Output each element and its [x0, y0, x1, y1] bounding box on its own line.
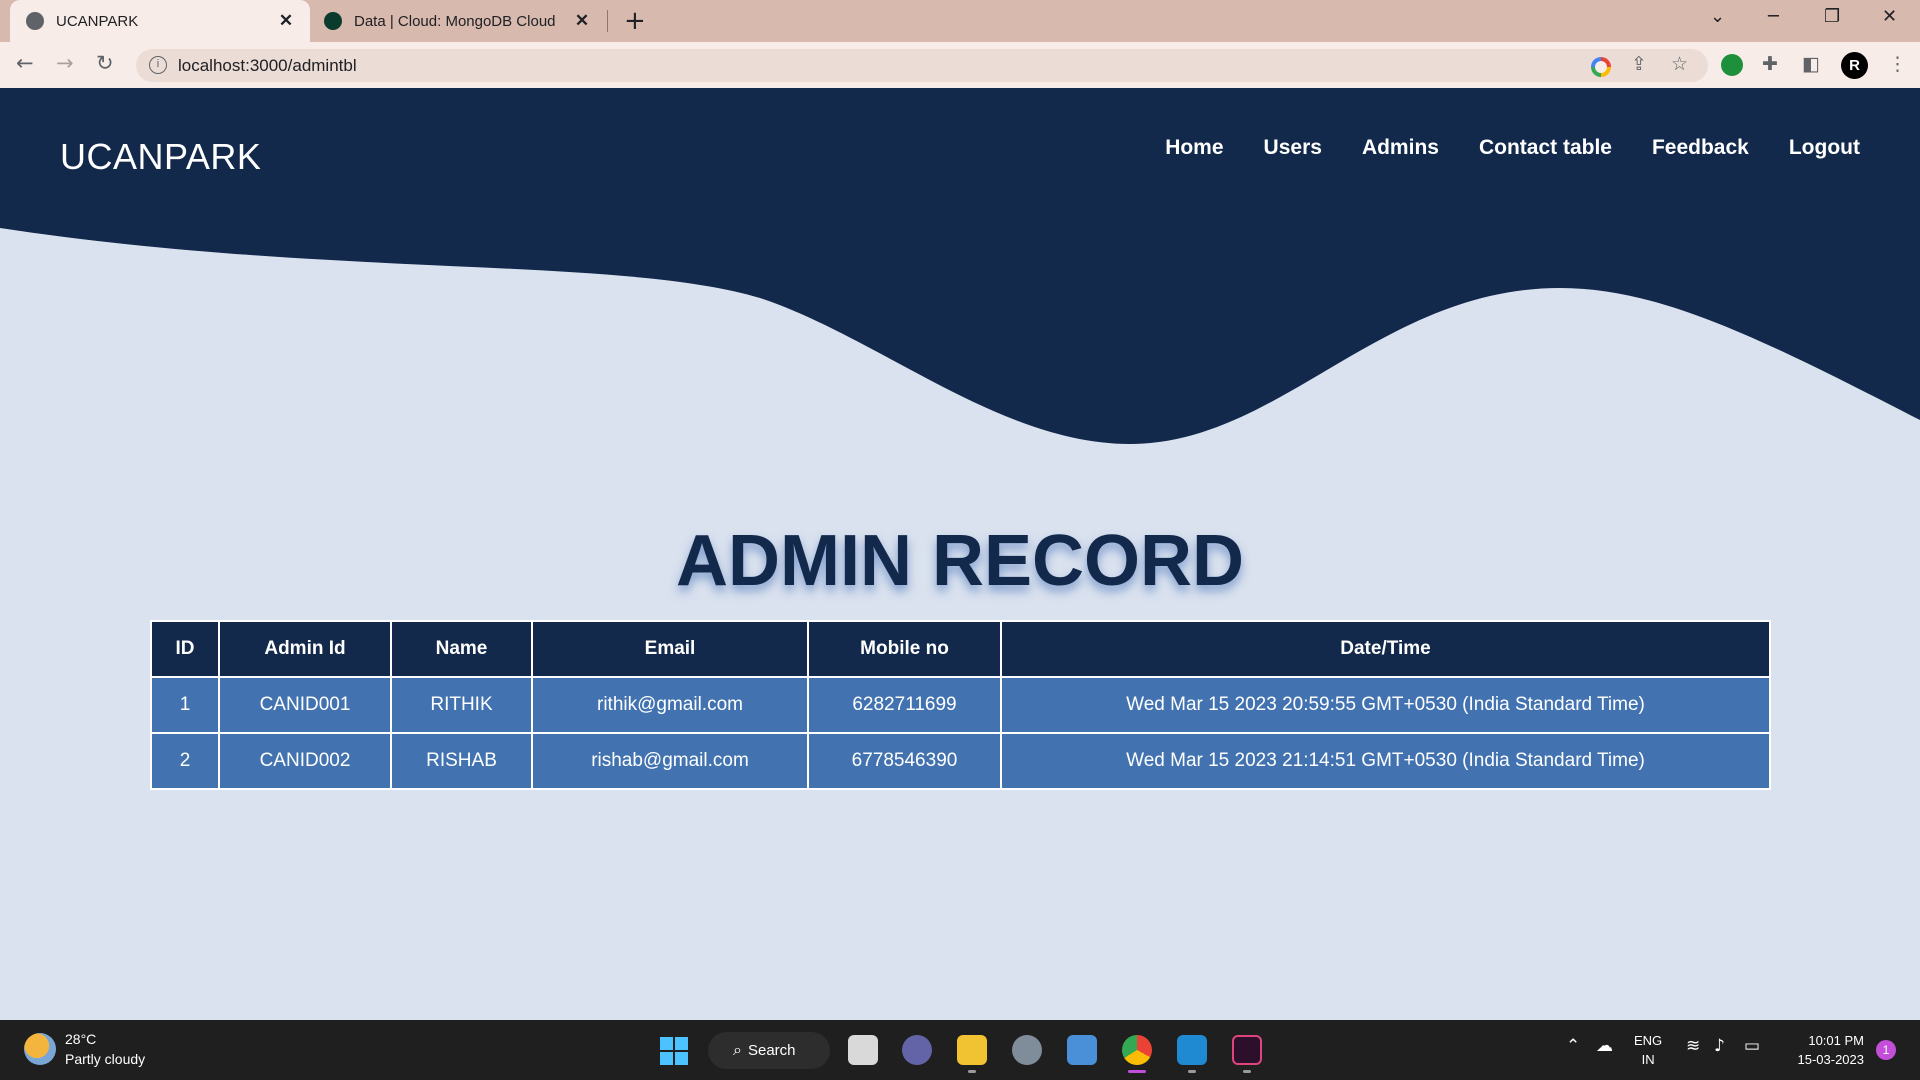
task-view-icon[interactable] [848, 1035, 878, 1065]
cell-id: 2 [150, 732, 220, 790]
windows-taskbar: 28°C Partly cloudy ⌕ Search ⌃ ☁ ENG IN ≋… [0, 1020, 1920, 1080]
settings-gear-icon[interactable] [1012, 1035, 1042, 1065]
new-tab-button[interactable]: + [624, 6, 646, 36]
tab-mongodb[interactable]: Data | Cloud: MongoDB Cloud ✕ [318, 0, 606, 42]
onedrive-cloud-icon[interactable]: ☁ [1596, 1036, 1613, 1056]
menu-kebab-icon[interactable]: ⋮ [1888, 53, 1907, 75]
nav-home[interactable]: Home [1165, 136, 1223, 160]
cell-admin-id: CANID001 [218, 676, 392, 734]
nav-logout[interactable]: Logout [1789, 136, 1860, 160]
cell-admin-id: CANID002 [218, 732, 392, 790]
nav-admins[interactable]: Admins [1362, 136, 1439, 160]
share-icon[interactable]: ⇪ [1631, 53, 1647, 75]
close-icon[interactable]: ✕ [572, 11, 592, 31]
cell-datetime: Wed Mar 15 2023 21:14:51 GMT+0530 (India… [1000, 732, 1771, 790]
close-icon[interactable]: ✕ [276, 11, 296, 31]
cell-mobile: 6282711699 [807, 676, 1002, 734]
terminal-icon[interactable] [1232, 1035, 1262, 1065]
tab-separator [607, 10, 608, 32]
mongodb-leaf-icon [324, 12, 342, 30]
globe-icon [26, 12, 44, 30]
battery-icon[interactable]: ▭ [1744, 1036, 1760, 1056]
app-running-indicator [1188, 1070, 1196, 1073]
extensions-puzzle-icon[interactable]: ✚ [1762, 53, 1778, 75]
profile-avatar[interactable]: R [1841, 52, 1868, 79]
column-header-datetime: Date/Time [1000, 620, 1771, 678]
nav-feedback[interactable]: Feedback [1652, 136, 1749, 160]
site-logo[interactable]: UCANPARK [60, 136, 261, 178]
minimize-button[interactable]: ─ [1768, 6, 1779, 27]
clock-time: 10:01 PM [1808, 1033, 1864, 1048]
reload-button[interactable]: ↻ [96, 51, 114, 75]
teams-chat-icon[interactable] [902, 1035, 932, 1065]
app-running-indicator [1243, 1070, 1251, 1073]
chevron-up-icon[interactable]: ⌃ [1566, 1036, 1580, 1056]
restore-button[interactable]: ❐ [1824, 6, 1840, 27]
windows-start-icon[interactable] [660, 1037, 688, 1065]
weather-temperature[interactable]: 28°C [65, 1031, 96, 1047]
store-app-icon[interactable] [1067, 1035, 1097, 1065]
web-page: UCANPARK Home Users Admins Contact table… [0, 88, 1920, 1020]
chrome-icon[interactable] [1122, 1035, 1152, 1065]
address-bar[interactable]: i localhost:3000/admintbl [136, 49, 1708, 82]
browser-toolbar: ← → ↻ i localhost:3000/admintbl ⇪ ☆ ✚ ◧ … [0, 42, 1920, 88]
admin-table-container: ID Admin Id Name Email Mobile no Date/Ti… [150, 620, 1771, 790]
table-header-row: ID Admin Id Name Email Mobile no Date/Ti… [150, 620, 1771, 678]
tab-title: Data | Cloud: MongoDB Cloud [354, 12, 556, 30]
side-panel-icon[interactable]: ◧ [1802, 53, 1820, 75]
notification-badge[interactable]: 1 [1876, 1040, 1896, 1060]
column-header-mobile: Mobile no [807, 620, 1002, 678]
table-row: 1 CANID001 RITHIK rithik@gmail.com 62827… [150, 676, 1771, 734]
extension-icon[interactable] [1721, 54, 1743, 76]
cell-name: RITHIK [390, 676, 533, 734]
weather-partly-cloudy-icon[interactable] [24, 1033, 56, 1065]
forward-button[interactable]: → [56, 51, 74, 75]
nav-users[interactable]: Users [1264, 136, 1322, 160]
tab-ucanpark[interactable]: UCANPARK ✕ [10, 0, 310, 42]
column-header-email: Email [531, 620, 809, 678]
main-nav: Home Users Admins Contact table Feedback… [1165, 136, 1860, 160]
cell-mobile: 6778546390 [807, 732, 1002, 790]
admin-table: ID Admin Id Name Email Mobile no Date/Ti… [150, 620, 1771, 790]
nav-contact-table[interactable]: Contact table [1479, 136, 1612, 160]
site-info-icon[interactable]: i [149, 56, 167, 74]
back-button[interactable]: ← [16, 51, 34, 75]
taskbar-search[interactable]: ⌕ Search [708, 1032, 830, 1069]
language-code: ENG [1634, 1033, 1663, 1048]
cell-id: 1 [150, 676, 220, 734]
cell-email: rishab@gmail.com [531, 732, 809, 790]
table-row: 2 CANID002 RISHAB rishab@gmail.com 67785… [150, 732, 1771, 790]
language-region: IN [1641, 1052, 1655, 1067]
wifi-icon[interactable]: ≋ [1686, 1036, 1700, 1056]
page-title: ADMIN RECORD [676, 521, 1244, 601]
app-active-indicator [1128, 1070, 1146, 1073]
weather-description[interactable]: Partly cloudy [65, 1051, 145, 1067]
file-explorer-icon[interactable] [957, 1035, 987, 1065]
bookmark-star-icon[interactable]: ☆ [1671, 53, 1688, 75]
tab-search-icon[interactable]: ⌄ [1710, 6, 1725, 27]
google-lens-icon[interactable] [1591, 57, 1611, 77]
clock-date: 15-03-2023 [1797, 1052, 1865, 1067]
taskbar-search-label: Search [747, 1042, 796, 1059]
language-indicator[interactable]: ENG IN [1634, 1031, 1662, 1069]
column-header-name: Name [390, 620, 533, 678]
volume-icon[interactable]: ♪ [1714, 1036, 1725, 1056]
column-header-id: ID [150, 620, 220, 678]
search-icon: ⌕ [733, 1041, 742, 1059]
cell-email: rithik@gmail.com [531, 676, 809, 734]
tab-title: UCANPARK [56, 12, 139, 30]
app-running-indicator [968, 1070, 976, 1073]
cell-name: RISHAB [390, 732, 533, 790]
vscode-icon[interactable] [1177, 1035, 1207, 1065]
close-window-button[interactable]: ✕ [1882, 6, 1897, 27]
column-header-admin-id: Admin Id [218, 620, 392, 678]
system-clock[interactable]: 10:01 PM 15-03-2023 [1780, 1031, 1865, 1069]
url-text: localhost:3000/admintbl [178, 55, 357, 75]
browser-tab-strip: UCANPARK ✕ Data | Cloud: MongoDB Cloud ✕… [0, 0, 1920, 42]
cell-datetime: Wed Mar 15 2023 20:59:55 GMT+0530 (India… [1000, 676, 1771, 734]
